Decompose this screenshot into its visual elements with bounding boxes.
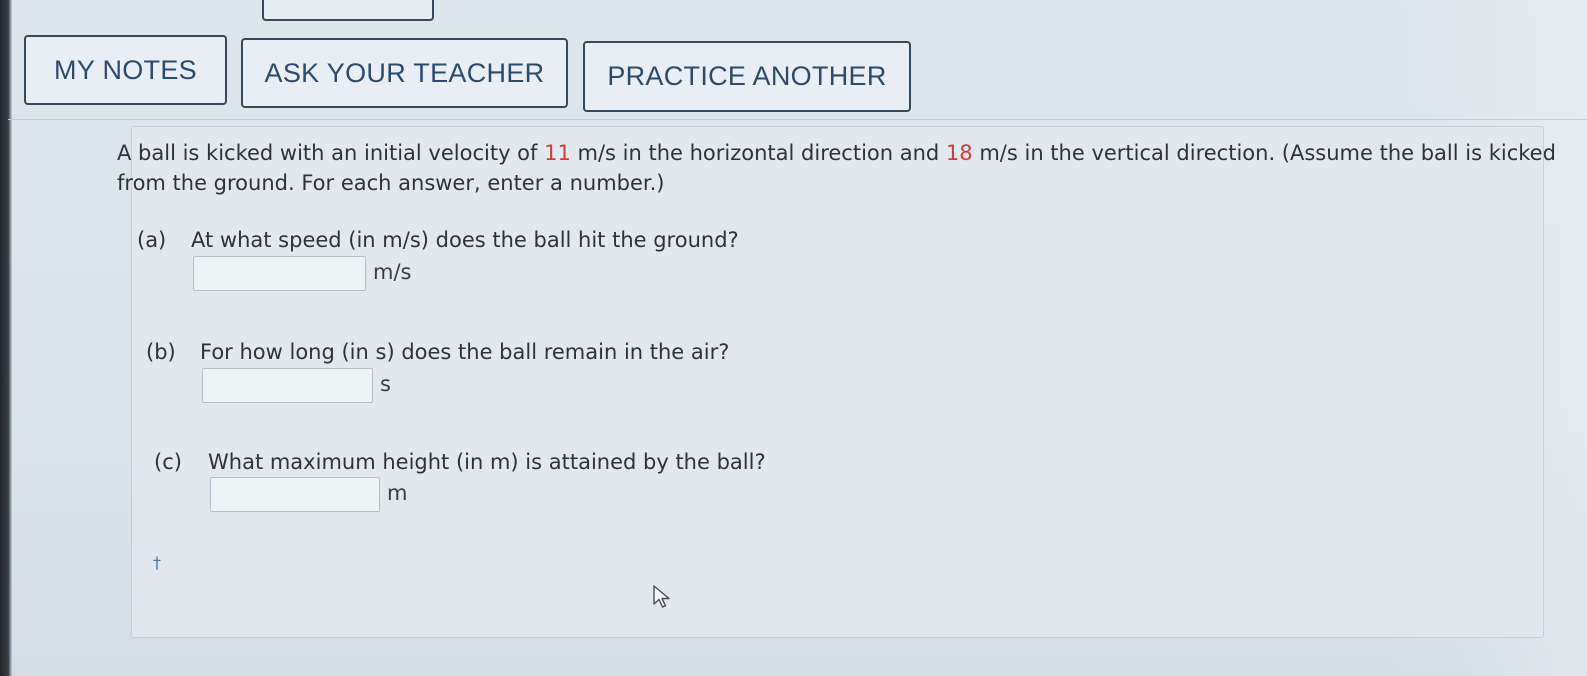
part-b-label: (b) xyxy=(146,340,176,364)
part-b-unit: s xyxy=(380,372,391,396)
toolbar: MY NOTES ASK YOUR TEACHER PRACTICE ANOTH… xyxy=(8,28,1587,120)
practice-another-button[interactable]: PRACTICE ANOTHER xyxy=(583,41,911,112)
part-b-question: For how long (in s) does the ball remain… xyxy=(200,340,730,364)
question-text-part: m/s in the horizontal direction and xyxy=(570,141,946,165)
part-c: (c) What maximum height (in m) is attain… xyxy=(154,450,766,474)
part-c-answer-input[interactable] xyxy=(210,477,380,512)
part-c-unit: m xyxy=(387,481,408,505)
vertical-velocity-value: 18 xyxy=(945,141,973,165)
footnote-dagger[interactable]: † xyxy=(153,553,161,572)
horizontal-velocity-value: 11 xyxy=(544,141,571,165)
ask-your-teacher-button[interactable]: ASK YOUR TEACHER xyxy=(241,38,568,108)
my-notes-button[interactable]: MY NOTES xyxy=(24,35,227,105)
part-a-label: (a) xyxy=(137,228,167,252)
mouse-cursor-icon xyxy=(653,585,670,608)
partial-button-top[interactable] xyxy=(262,0,434,21)
part-b-answer-input[interactable] xyxy=(202,368,373,403)
part-a: (a) At what speed (in m/s) does the ball… xyxy=(137,228,739,252)
part-a-question: At what speed (in m/s) does the ball hit… xyxy=(191,228,739,252)
part-b: (b) For how long (in s) does the ball re… xyxy=(146,340,729,364)
part-c-label: (c) xyxy=(154,450,182,474)
part-a-unit: m/s xyxy=(373,260,412,284)
question-text: A ball is kicked with an initial velocit… xyxy=(117,138,1567,198)
part-c-question: What maximum height (in m) is attained b… xyxy=(208,450,766,474)
page: MY NOTES ASK YOUR TEACHER PRACTICE ANOTH… xyxy=(0,0,1587,676)
question-text-part: A ball is kicked with an initial velocit… xyxy=(117,141,545,165)
part-a-answer-input[interactable] xyxy=(193,256,366,291)
